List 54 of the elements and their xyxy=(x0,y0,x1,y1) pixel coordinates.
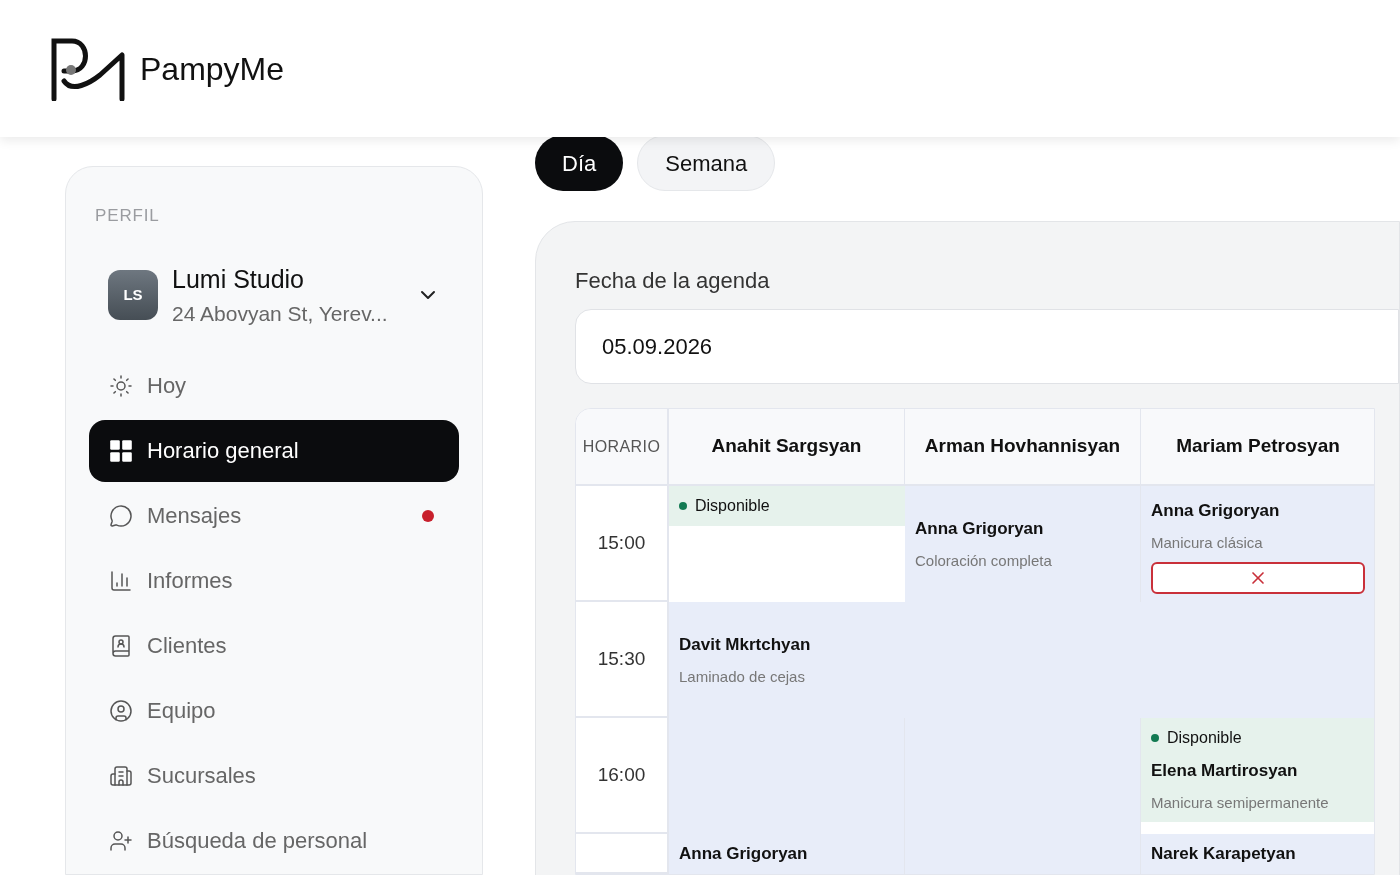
date-label: Fecha de la agenda xyxy=(575,267,771,295)
date-field[interactable]: 05.09.2026 xyxy=(575,309,1399,384)
client-name: Narek Karapetyan xyxy=(1151,843,1297,866)
time-label: 16:00 xyxy=(597,762,646,787)
time-header: HORARIO xyxy=(582,436,661,457)
logo-icon xyxy=(50,36,128,101)
brand-name: PampyMe xyxy=(140,49,285,89)
grid-icon xyxy=(109,438,133,463)
appointment-card[interactable]: Anna Grigoryan Coloración completa xyxy=(905,486,1141,602)
profile-switcher[interactable]: LS Lumi Studio 24 Abovyan St, Yerev... xyxy=(89,260,459,330)
service-name: Coloración completa xyxy=(915,550,1053,571)
view-tab[interactable]: Día xyxy=(535,135,624,191)
appointment-card[interactable]: Anna Grigoryan xyxy=(669,834,905,874)
view-tab[interactable]: Semana xyxy=(637,135,776,191)
appointment-card[interactable]: Anna Grigoryan Manicura clásica xyxy=(1141,486,1374,602)
client-name: Elena Martirosyan xyxy=(1151,760,1299,782)
nav-item[interactable]: Equipo xyxy=(89,679,459,742)
available-slot[interactable]: Disponible xyxy=(669,486,905,526)
status-text: Disponible xyxy=(1167,728,1242,748)
appointment-card[interactable]: Davit Mkrtchyan Laminado de cejas xyxy=(669,602,1374,718)
nav-item[interactable]: Búsqueda de personal xyxy=(89,809,459,872)
client-name: Anna Grigoryan xyxy=(679,843,809,866)
client-name: Anna Grigoryan xyxy=(1151,500,1281,522)
service-name: Laminado de cejas xyxy=(679,666,806,687)
service-name: Manicura clásica xyxy=(1151,532,1264,553)
user-circle-icon xyxy=(109,698,133,723)
service-name: Manicura semipermanente xyxy=(1151,792,1330,813)
profile-name: Lumi Studio xyxy=(172,263,306,295)
nav-item[interactable]: Mensajes xyxy=(89,484,459,547)
building-icon xyxy=(109,763,133,788)
section-label: PERFIL xyxy=(94,205,161,227)
chat-bubble-icon xyxy=(109,503,133,528)
nav-item[interactable]: Horario general xyxy=(89,419,459,482)
time-label: 15:30 xyxy=(597,646,646,671)
status-text: Disponible xyxy=(695,496,770,516)
staff-header: Anahit Sargsyan xyxy=(711,434,862,459)
nav-item[interactable]: Hoy xyxy=(89,354,459,417)
avatar: LS xyxy=(108,270,158,320)
nav-item[interactable]: Sucursales xyxy=(89,744,459,807)
nav-item[interactable]: Informes xyxy=(89,549,459,612)
contact-book-icon xyxy=(109,633,133,658)
staff-header: Arman Hovhannisyan xyxy=(924,434,1121,459)
client-name: Davit Mkrtchyan xyxy=(679,634,812,656)
appointment-card[interactable]: Narek Karapetyan xyxy=(1141,834,1374,874)
time-label: 15:00 xyxy=(597,530,646,555)
nav-item[interactable]: Clientes xyxy=(89,614,459,677)
bar-chart-icon xyxy=(109,568,133,593)
sun-icon xyxy=(109,373,133,398)
cancel-button[interactable] xyxy=(1151,562,1365,594)
staff-header: Mariam Petrosyan xyxy=(1176,434,1340,459)
client-name: Anna Grigoryan xyxy=(915,518,1045,540)
available-slot[interactable]: Disponible Elena Martirosyan Manicura semipermanente xyxy=(1141,718,1374,822)
user-plus-icon xyxy=(109,828,133,853)
profile-address: 24 Abovyan St, Yerev... xyxy=(172,301,389,327)
